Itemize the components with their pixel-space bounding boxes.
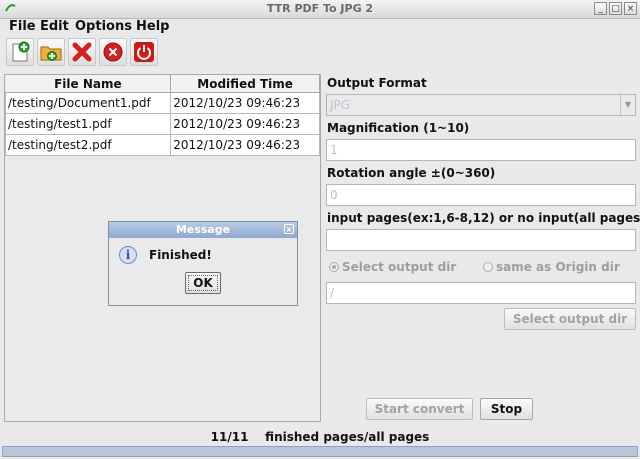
modified-time-cell: 2012/10/23 09:46:23 bbox=[170, 92, 320, 114]
magnification-label: Magnification (1~10) bbox=[327, 121, 470, 135]
dialog-titlebar: Message × bbox=[109, 222, 297, 238]
minimize-icon[interactable]: _ bbox=[594, 2, 607, 15]
menu-bar: File Edit Options Help bbox=[0, 18, 640, 37]
ok-button[interactable]: OK bbox=[185, 272, 221, 294]
dialog-close-icon[interactable]: × bbox=[284, 224, 294, 234]
progress-bar bbox=[2, 446, 638, 457]
stop-button[interactable]: Stop bbox=[480, 398, 533, 420]
file-name-cell: /testing/test2.pdf bbox=[4, 134, 172, 156]
add-file-button[interactable] bbox=[6, 38, 34, 66]
output-dir-input[interactable]: / bbox=[326, 282, 636, 304]
table-row[interactable]: /testing/test2.pdf 2012/10/23 09:46:23 bbox=[4, 134, 320, 156]
radio-same-as-origin[interactable]: same as Origin dir bbox=[483, 260, 620, 274]
radio-checked-icon bbox=[329, 262, 339, 272]
rotation-input[interactable]: 0 bbox=[326, 184, 636, 206]
output-format-value: JPG bbox=[330, 98, 351, 112]
file-name-cell: /testing/test1.pdf bbox=[4, 113, 172, 135]
menu-edit[interactable]: Edit bbox=[40, 19, 69, 34]
add-folder-button[interactable] bbox=[37, 38, 65, 66]
column-modified-time[interactable]: Modified Time bbox=[170, 75, 320, 93]
pages-input[interactable] bbox=[326, 229, 636, 251]
message-dialog: Message × i Finished! OK bbox=[108, 221, 298, 306]
status-bar: 11/11 finished pages/all pages bbox=[0, 430, 640, 444]
window-titlebar: TTR PDF To JPG 2 _ □ × bbox=[0, 0, 640, 19]
table-row[interactable]: /testing/test1.pdf 2012/10/23 09:46:23 bbox=[4, 113, 320, 135]
radio-select-output-dir[interactable]: Select output dir bbox=[329, 260, 456, 274]
toolbar bbox=[6, 38, 158, 68]
output-format-label: Output Format bbox=[327, 76, 427, 90]
maximize-icon[interactable]: □ bbox=[609, 2, 622, 15]
start-convert-button[interactable]: Start convert bbox=[366, 398, 473, 420]
menu-options[interactable]: Options bbox=[75, 19, 132, 34]
select-output-dir-button[interactable]: Select output dir bbox=[504, 308, 636, 330]
modified-time-cell: 2012/10/23 09:46:23 bbox=[170, 134, 320, 156]
info-icon: i bbox=[119, 246, 137, 264]
magnification-input[interactable]: 1 bbox=[326, 139, 636, 161]
status-count: 11/11 bbox=[210, 430, 249, 444]
radio-same-as-origin-label: same as Origin dir bbox=[496, 260, 620, 274]
modified-time-cell: 2012/10/23 09:46:23 bbox=[170, 113, 320, 135]
clear-icon bbox=[103, 42, 123, 62]
clear-button[interactable] bbox=[99, 38, 127, 66]
file-table: File Name Modified Time /testing/Documen… bbox=[4, 75, 320, 156]
chevron-down-icon[interactable]: ▼ bbox=[620, 95, 635, 115]
remove-button[interactable] bbox=[68, 38, 96, 66]
radio-unchecked-icon bbox=[483, 262, 493, 272]
output-format-select[interactable]: JPG ▼ bbox=[326, 94, 636, 116]
rotation-label: Rotation angle ±(0~360) bbox=[327, 166, 496, 180]
add-folder-icon bbox=[40, 46, 62, 61]
status-text: finished pages/all pages bbox=[265, 430, 430, 444]
window-title: TTR PDF To JPG 2 bbox=[266, 2, 374, 15]
menu-help[interactable]: Help bbox=[136, 19, 169, 34]
pages-label: input pages(ex:1,6-8,12) or no input(all… bbox=[327, 211, 640, 225]
column-file-name[interactable]: File Name bbox=[5, 75, 172, 93]
remove-icon bbox=[72, 42, 92, 62]
exit-button[interactable] bbox=[130, 38, 158, 66]
menu-file[interactable]: File bbox=[9, 19, 36, 34]
radio-select-output-dir-label: Select output dir bbox=[342, 260, 457, 274]
dialog-message: Finished! bbox=[149, 248, 212, 262]
add-file-icon bbox=[12, 41, 30, 62]
file-name-cell: /testing/Document1.pdf bbox=[4, 92, 172, 114]
dialog-title: Message bbox=[175, 223, 231, 236]
close-icon[interactable]: × bbox=[624, 2, 637, 15]
exit-icon bbox=[134, 42, 154, 62]
table-row[interactable]: /testing/Document1.pdf 2012/10/23 09:46:… bbox=[4, 92, 320, 114]
